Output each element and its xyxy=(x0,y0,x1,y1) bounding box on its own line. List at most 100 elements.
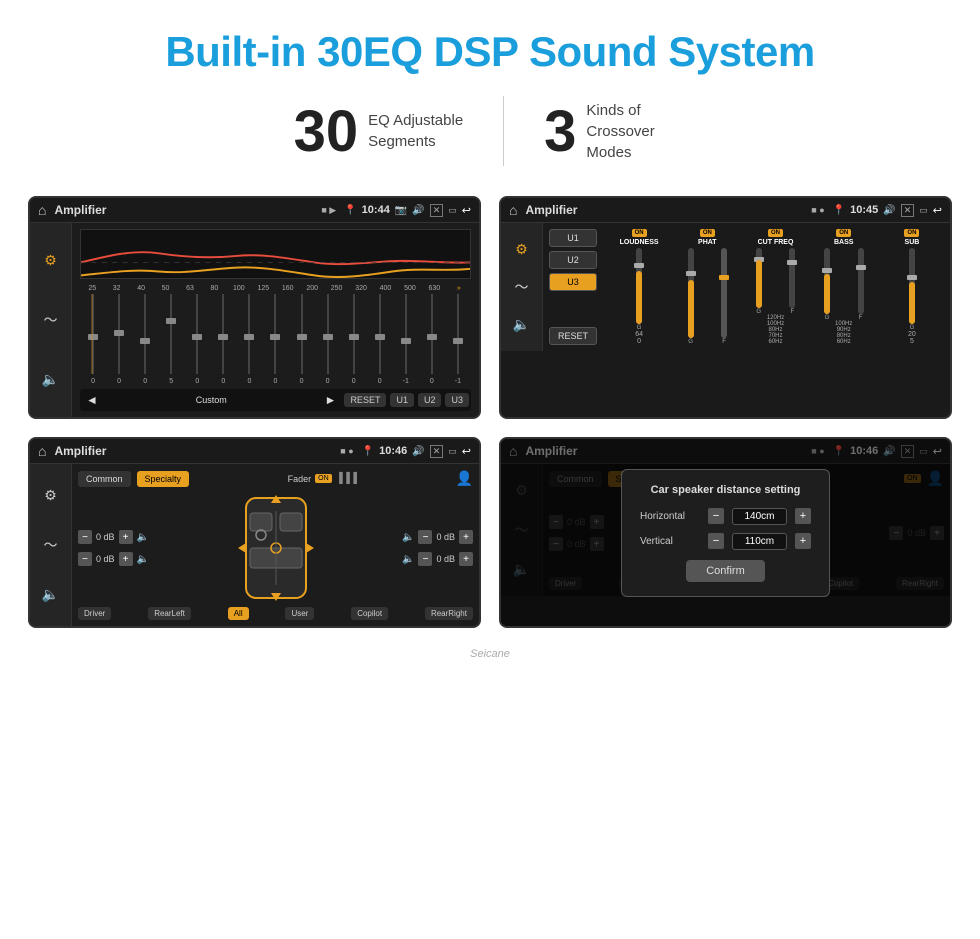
db-row-rl: − 0 dB + 🔈 xyxy=(78,552,149,566)
sub-col: ON SUB G 20 5 xyxy=(880,229,944,345)
back-icon-2[interactable]: ↩ xyxy=(933,204,942,217)
page-title: Built-in 30EQ DSP Sound System xyxy=(0,0,980,86)
speaker-icon-2[interactable]: 🔈 xyxy=(513,308,530,341)
dialog-horizontal-label: Horizontal xyxy=(640,511,700,522)
stat2-number: 3 xyxy=(544,98,576,165)
bass-on[interactable]: ON xyxy=(836,229,851,237)
eq-slider-6[interactable] xyxy=(236,294,262,374)
home-icon-2[interactable]: ⌂ xyxy=(509,202,517,218)
sub-on[interactable]: ON xyxy=(904,229,919,237)
fader-on[interactable]: ON xyxy=(315,474,332,483)
wave-icon-2[interactable]: 〜 xyxy=(515,269,529,305)
screen3-title: Amplifier xyxy=(54,444,332,458)
copilot-btn[interactable]: Copilot xyxy=(351,607,388,620)
eq-slider-1[interactable] xyxy=(106,294,132,374)
eq-slider-12[interactable] xyxy=(393,294,419,374)
expand-icon[interactable]: » xyxy=(447,285,471,292)
vertical-plus-btn[interactable]: + xyxy=(795,533,811,549)
screen2-icons: 📍 10:45 🔊 ✕ ▭ ↩ xyxy=(833,204,942,217)
specialty-btn[interactable]: Specialty xyxy=(137,471,190,487)
user-icon-3: 👤 xyxy=(456,470,473,487)
u2-btn[interactable]: U2 xyxy=(418,393,442,407)
play-icon: ■ ▶ xyxy=(321,205,336,216)
freq-500: 500 xyxy=(398,285,422,292)
eq-icon-3[interactable]: ⚙ xyxy=(44,479,57,512)
eq-slider-5[interactable] xyxy=(210,294,236,374)
common-btn[interactable]: Common xyxy=(78,471,131,487)
rr-icon: 🔈 xyxy=(402,554,414,565)
back-icon[interactable]: ↩ xyxy=(462,204,471,217)
distance-dialog: Car speaker distance setting Horizontal … xyxy=(621,469,830,597)
eq-sliders-row[interactable] xyxy=(80,294,471,374)
fl-icon: 🔈 xyxy=(137,532,149,543)
db-minus-fl[interactable]: − xyxy=(78,530,92,544)
loudness-slider[interactable]: G xyxy=(607,248,671,331)
loudness-col: ON LOUDNESS G 64 0 xyxy=(607,229,671,345)
eq-slider-14[interactable] xyxy=(445,294,471,374)
screen3-time: 10:46 xyxy=(379,445,407,457)
cutfreq-on[interactable]: ON xyxy=(768,229,783,237)
reset-btn[interactable]: RESET xyxy=(344,393,386,407)
eq-slider-11[interactable] xyxy=(367,294,393,374)
db-plus-fl[interactable]: + xyxy=(119,530,133,544)
wave-icon-3[interactable]: 〜 xyxy=(44,527,58,563)
sub-slider[interactable]: G xyxy=(880,248,944,331)
all-btn[interactable]: All xyxy=(228,607,249,620)
wave-icon[interactable]: 〜 xyxy=(44,302,58,338)
driver-btn[interactable]: Driver xyxy=(78,607,111,620)
u3-preset[interactable]: U3 xyxy=(549,273,597,291)
eq-slider-10[interactable] xyxy=(341,294,367,374)
rearleft-btn[interactable]: RearLeft xyxy=(148,607,191,620)
home-icon[interactable]: ⌂ xyxy=(38,202,46,218)
rearright-btn[interactable]: RearRight xyxy=(425,607,473,620)
db-plus-rl[interactable]: + xyxy=(119,552,133,566)
u3-btn[interactable]: U3 xyxy=(445,393,469,407)
eq-slider-7[interactable] xyxy=(262,294,288,374)
db-plus-fr[interactable]: + xyxy=(459,530,473,544)
horizontal-plus-btn[interactable]: + xyxy=(795,508,811,524)
screen3-icons: 📍 10:46 🔊 ✕ ▭ ↩ xyxy=(362,445,471,458)
eq-slider-8[interactable] xyxy=(289,294,315,374)
speaker-icon[interactable]: 🔈 xyxy=(42,363,59,396)
bass-slider[interactable]: G F xyxy=(812,248,876,321)
volume-icon: 🔊 xyxy=(412,205,424,216)
eq-buttons-row: ◄ Custom ► RESET U1 U2 U3 xyxy=(80,389,471,411)
speaker-icon-3[interactable]: 🔈 xyxy=(42,578,59,611)
next-arrow[interactable]: ► xyxy=(321,393,341,407)
speaker-main: − 0 dB + 🔈 − 0 dB + 🔈 xyxy=(78,493,473,603)
vertical-minus-btn[interactable]: − xyxy=(708,533,724,549)
eq-slider-13[interactable] xyxy=(419,294,445,374)
db-minus-fr[interactable]: − xyxy=(418,530,432,544)
cutfreq-slider[interactable]: G F xyxy=(743,248,807,315)
stats-row: 30 EQ AdjustableSegments 3 Kinds ofCross… xyxy=(0,86,980,186)
db-plus-rr[interactable]: + xyxy=(459,552,473,566)
db-minus-rl[interactable]: − xyxy=(78,552,92,566)
u1-btn[interactable]: U1 xyxy=(390,393,414,407)
phat-col: ON PHAT G F xyxy=(675,229,739,345)
eq-icon-2[interactable]: ⚙ xyxy=(515,233,528,266)
horizontal-minus-btn[interactable]: − xyxy=(708,508,724,524)
user-btn[interactable]: User xyxy=(285,607,314,620)
loudness-on[interactable]: ON xyxy=(632,229,647,237)
reset-preset[interactable]: RESET xyxy=(549,327,597,345)
back-icon-3[interactable]: ↩ xyxy=(462,445,471,458)
db-minus-rr[interactable]: − xyxy=(418,552,432,566)
eq-slider-4[interactable] xyxy=(184,294,210,374)
confirm-button[interactable]: Confirm xyxy=(686,560,765,582)
stat-crossover: 3 Kinds ofCrossover Modes xyxy=(504,98,726,165)
car-diagram xyxy=(157,493,394,603)
prev-arrow[interactable]: ◄ xyxy=(82,393,102,407)
eq-icon[interactable]: ⚙ xyxy=(44,244,57,277)
eq-slider-3[interactable] xyxy=(158,294,184,374)
eq-slider-9[interactable] xyxy=(315,294,341,374)
u2-preset[interactable]: U2 xyxy=(549,251,597,269)
eq-area: 25 32 40 50 63 80 100 125 160 200 250 32… xyxy=(72,223,479,417)
eq-slider-2[interactable] xyxy=(132,294,158,374)
phat-slider[interactable]: G F xyxy=(675,248,739,345)
screen1-body: ⚙ 〜 🔈 25 32 40 50 63 xyxy=(30,223,479,417)
u1-preset[interactable]: U1 xyxy=(549,229,597,247)
home-icon-3[interactable]: ⌂ xyxy=(38,443,46,459)
bass-label: BASS xyxy=(834,239,853,246)
phat-on[interactable]: ON xyxy=(700,229,715,237)
eq-slider-0[interactable] xyxy=(80,294,106,374)
